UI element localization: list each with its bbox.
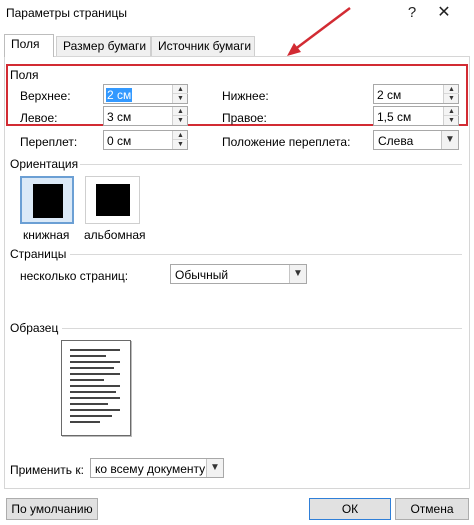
preview-line [70, 385, 120, 387]
left-margin-value[interactable]: 3 см [107, 110, 131, 124]
preview-line [70, 367, 114, 369]
set-default-button[interactable]: По умолчанию [6, 498, 98, 520]
spin-down-icon[interactable]: ▼ [444, 94, 459, 103]
landscape-label: альбомная [84, 228, 146, 242]
chevron-down-icon[interactable]: ▼ [289, 265, 306, 283]
spin-up-icon[interactable]: ▲ [444, 85, 459, 94]
spin-up-icon[interactable]: ▲ [444, 107, 459, 116]
top-margin-value[interactable]: 2 см [106, 88, 133, 102]
preview-line [70, 349, 120, 351]
top-margin-label: Верхнее: [20, 89, 71, 103]
preview-line [70, 415, 112, 417]
spin-up-icon[interactable]: ▲ [173, 85, 188, 94]
multiple-pages-label: несколько страниц: [20, 269, 129, 283]
cancel-button[interactable]: Отмена [395, 498, 469, 520]
multiple-pages-value: Обычный [175, 268, 229, 282]
landscape-orientation-button[interactable] [85, 176, 140, 224]
top-margin-stepper[interactable]: 2 см ▲ ▼ [103, 84, 188, 104]
help-button[interactable]: ? [399, 2, 425, 24]
spin-down-icon[interactable]: ▼ [173, 116, 188, 125]
preview-line [70, 373, 120, 375]
page-preview [61, 340, 131, 436]
spin-down-icon[interactable]: ▼ [173, 140, 188, 149]
right-margin-stepper[interactable]: 1,5 см ▲ ▼ [373, 106, 459, 126]
gutter-value[interactable]: 0 см [107, 134, 131, 148]
left-margin-label: Левое: [20, 111, 58, 125]
chevron-down-icon[interactable]: ▼ [441, 131, 458, 149]
right-margin-value[interactable]: 1,5 см [377, 110, 411, 124]
landscape-page-icon [96, 184, 130, 216]
close-button[interactable]: ✕ [431, 2, 457, 24]
preview-section-title: Образец [10, 321, 59, 335]
section-divider [62, 328, 462, 329]
gutter-stepper[interactable]: 0 см ▲ ▼ [103, 130, 188, 150]
multiple-pages-select[interactable]: Обычный ▼ [170, 264, 307, 284]
portrait-label: книжная [23, 228, 70, 242]
page-setup-dialog: Параметры страницы ? ✕ Поля Размер бумаг… [0, 0, 474, 525]
section-divider [80, 164, 462, 165]
orientation-section-title: Ориентация [10, 157, 79, 171]
section-divider [70, 254, 462, 255]
bottom-margin-label: Нижнее: [222, 89, 269, 103]
chevron-down-icon[interactable]: ▼ [206, 459, 223, 477]
apply-to-value: ко всему документу [95, 462, 206, 476]
spin-down-icon[interactable]: ▼ [444, 116, 459, 125]
ok-button[interactable]: ОК [309, 498, 391, 520]
tab-margins[interactable]: Поля [4, 34, 54, 57]
preview-line [70, 391, 116, 393]
preview-line [70, 355, 106, 357]
pages-section-title: Страницы [10, 247, 67, 261]
preview-line [70, 421, 100, 423]
gutter-position-select[interactable]: Слева ▼ [373, 130, 459, 150]
bottom-margin-stepper[interactable]: 2 см ▲ ▼ [373, 84, 459, 104]
gutter-position-value: Слева [378, 134, 414, 148]
right-margin-label: Правое: [222, 111, 267, 125]
apply-to-label: Применить к: [10, 463, 84, 477]
portrait-orientation-button[interactable] [20, 176, 74, 224]
gutter-label: Переплет: [20, 135, 78, 149]
apply-to-select[interactable]: ко всему документу ▼ [90, 458, 224, 478]
title-bar: Параметры страницы ? ✕ [0, 0, 474, 26]
tab-paper-source[interactable]: Источник бумаги [151, 36, 255, 56]
preview-line [70, 361, 120, 363]
preview-line [70, 403, 108, 405]
spin-down-icon[interactable]: ▼ [173, 94, 188, 103]
portrait-page-icon [33, 184, 63, 218]
spin-up-icon[interactable]: ▲ [173, 107, 188, 116]
spin-up-icon[interactable]: ▲ [173, 131, 188, 140]
tab-paper-size[interactable]: Размер бумаги [56, 36, 151, 56]
bottom-margin-value[interactable]: 2 см [377, 88, 401, 102]
left-margin-stepper[interactable]: 3 см ▲ ▼ [103, 106, 188, 126]
preview-line [70, 397, 120, 399]
margins-section-title: Поля [10, 68, 39, 82]
gutter-position-label: Положение переплета: [222, 135, 351, 149]
window-title: Параметры страницы [6, 6, 127, 20]
preview-line [70, 409, 120, 411]
preview-line [70, 379, 104, 381]
